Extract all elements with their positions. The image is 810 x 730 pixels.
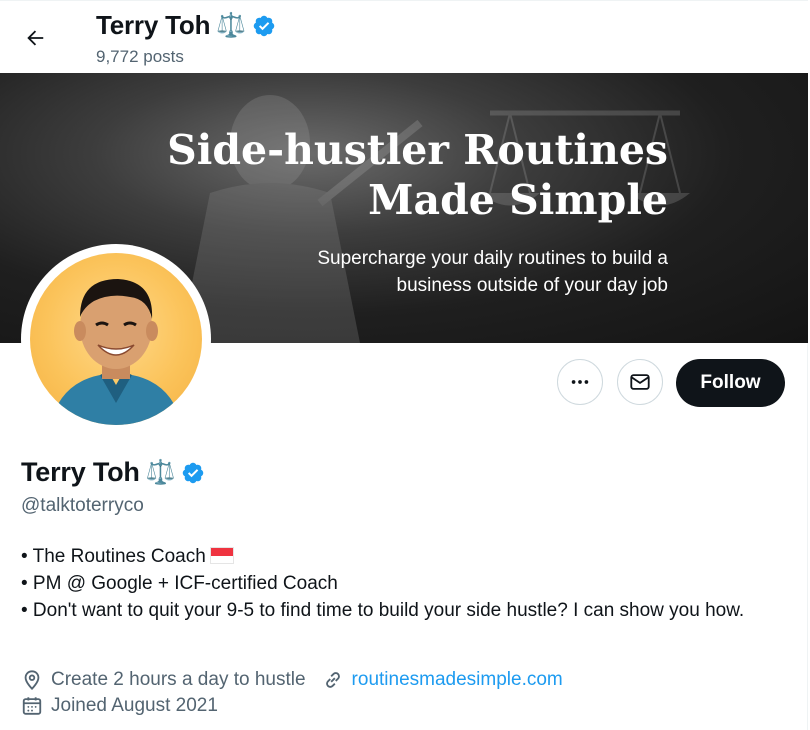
- banner-subtitle-line-1: Supercharge your daily routines to build…: [317, 248, 668, 269]
- profile-handle: @talktoterryco: [21, 495, 144, 516]
- back-button[interactable]: [18, 21, 52, 55]
- avatar-portrait-image: [50, 279, 182, 425]
- arrow-left-icon: [27, 30, 44, 46]
- avatar-photo: [30, 253, 202, 425]
- banner-title: Side-hustler Routines Made Simple: [167, 125, 668, 225]
- profile-bio: • The Routines Coach • PM @ Google + ICF…: [21, 543, 791, 624]
- profile-meta-row: Joined August 2021: [21, 693, 579, 719]
- top-bar: Terry Toh ⚖️ 9,772 posts: [0, 1, 808, 73]
- profile-name: Terry Toh ⚖️: [21, 457, 205, 488]
- profile-page: Terry Toh ⚖️ 9,772 posts Side-hustler Ro…: [0, 0, 808, 730]
- header-title: Terry Toh ⚖️: [96, 10, 276, 41]
- more-button[interactable]: [557, 359, 603, 405]
- follow-button[interactable]: Follow: [676, 359, 785, 407]
- banner-title-line-1: Side-hustler Routines: [167, 126, 668, 174]
- ellipsis-icon: [571, 380, 589, 384]
- location-pin-icon: [24, 670, 40, 691]
- calendar-icon: [22, 697, 42, 715]
- singapore-flag-icon: [209, 547, 234, 564]
- website-link[interactable]: routinesmadesimple.com: [352, 669, 563, 691]
- profile-website[interactable]: routinesmadesimple.com: [322, 669, 563, 691]
- header-name: Terry Toh: [96, 10, 211, 40]
- bio-line: • The Routines Coach: [21, 543, 791, 570]
- bio-line-text: • The Routines Coach: [21, 546, 206, 567]
- link-icon: [325, 672, 340, 688]
- profile-name-text: Terry Toh: [21, 457, 140, 487]
- profile-joined-text: Joined August 2021: [51, 695, 218, 716]
- banner-subtitle-line-2: business outside of your day job: [396, 275, 668, 296]
- bio-line: • Don't want to quit your 9-5 to find ti…: [21, 600, 745, 621]
- header-scales-emoji: ⚖️: [216, 12, 246, 39]
- verified-badge-icon[interactable]: [181, 461, 205, 485]
- profile-joined: Joined August 2021: [21, 695, 218, 717]
- profile-location-text: Create 2 hours a day to hustle: [51, 669, 306, 690]
- bio-line: • PM @ Google + ICF-certified Coach: [21, 573, 338, 594]
- profile-meta-row: Create 2 hours a day to hustle routinesm…: [21, 667, 579, 693]
- message-button[interactable]: [617, 359, 663, 405]
- header-post-count: 9,772 posts: [96, 47, 184, 66]
- profile-scales-emoji: ⚖️: [145, 459, 176, 486]
- banner-subtitle: Supercharge your daily routines to build…: [317, 245, 668, 299]
- avatar[interactable]: [21, 244, 211, 434]
- profile-location: Create 2 hours a day to hustle: [21, 669, 306, 691]
- profile-meta: Create 2 hours a day to hustle routinesm…: [21, 667, 579, 719]
- verified-badge-icon[interactable]: [252, 14, 276, 38]
- envelope-icon: [630, 374, 650, 390]
- banner-title-line-2: Made Simple: [368, 176, 668, 224]
